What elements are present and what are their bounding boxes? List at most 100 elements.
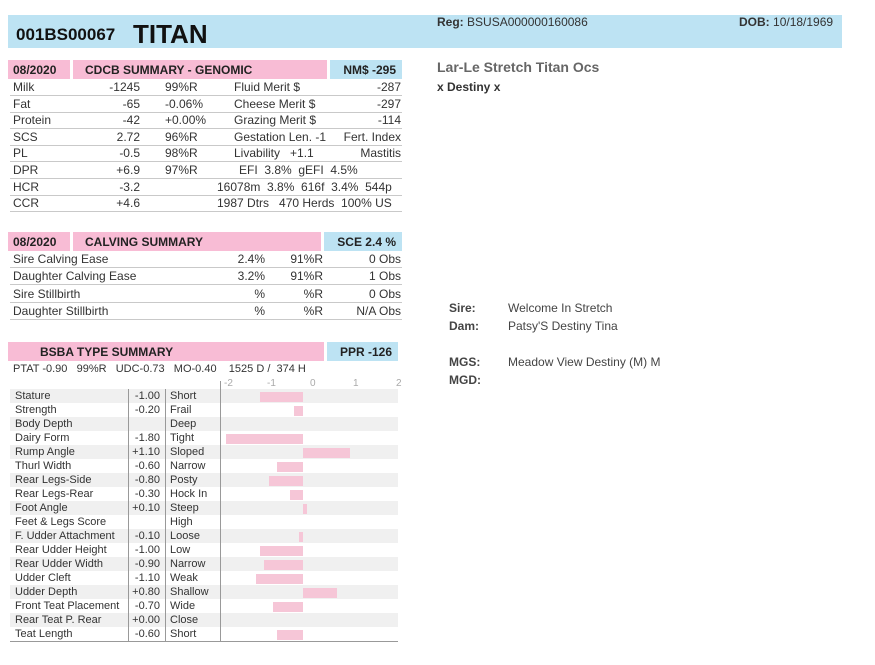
type-trait-value: -0.10 [134, 530, 160, 542]
type-descriptor-separator [165, 389, 166, 641]
type-trait-row: F. Udder Attachment -0.10 Loose [10, 529, 398, 543]
type-trait-row: Stature -1.00 Short [10, 389, 398, 403]
type-trait-value: -0.30 [134, 488, 160, 500]
genomic-row: PL -0.5 98%R Livability +1.1 Mastitis [10, 145, 402, 163]
type-trait-descriptor: Narrow [170, 558, 206, 570]
type-trait-bar [255, 574, 303, 584]
type-trait-descriptor: Wide [170, 600, 196, 612]
genomic-title: CDCB SUMMARY - GENOMIC [85, 63, 253, 77]
sire-label: Sire: [449, 301, 476, 315]
genomic-value: +4.6 [116, 196, 140, 211]
ptat-line: PTAT -0.90 99%R UDC-0.73 MO-0.40 1525 D … [13, 363, 306, 375]
type-trait-row: Thurl Width -0.60 Narrow [10, 459, 398, 473]
type-trait-value: +0.00 [132, 614, 160, 626]
genomic-merit-value: Fert. Index [343, 129, 401, 144]
type-trait-bar [272, 602, 303, 612]
type-trait-value: -0.60 [134, 628, 160, 640]
genomic-row: CCR +4.6 1987 Dtrs 470 Herds 100% US [10, 195, 402, 213]
type-trait-value: -0.80 [134, 474, 160, 486]
registration-id: 001BS00067 [16, 25, 116, 44]
genomic-trait: HCR [13, 179, 39, 194]
genomic-row: HCR -3.2 16078m 3.8% 616f 3.4% 544p [10, 179, 402, 196]
type-trait-value: +1.10 [132, 446, 160, 458]
type-trait-descriptor: Short [170, 628, 197, 640]
type-trait-descriptor: Weak [170, 572, 198, 584]
type-trait-row: Teat Length -0.60 Short [10, 627, 398, 641]
genomic-value: 2.72 [116, 129, 140, 144]
mgd-label: MGD: [449, 373, 481, 387]
type-trait-bar [303, 504, 308, 514]
dam-name: Patsy'S Destiny Tina [508, 319, 618, 333]
type-trait-row: Udder Cleft -1.10 Weak [10, 571, 398, 585]
type-axis-line [220, 381, 221, 641]
pedigree-cross: x Destiny x [437, 80, 501, 94]
genomic-header-divider [70, 60, 73, 79]
type-trait-name: Udder Cleft [15, 572, 71, 584]
genomic-merit-value: -114 [377, 113, 401, 128]
genomic-value: -42 [122, 113, 140, 128]
calving-pct: % [254, 303, 265, 318]
type-trait-value: -0.70 [134, 600, 160, 612]
type-trait-descriptor: Deep [170, 418, 197, 430]
type-bottom-line [10, 641, 398, 642]
genomic-merit-label: 1987 Dtrs 470 Herds 100% US [217, 196, 392, 211]
type-trait-descriptor: Close [170, 614, 199, 626]
type-trait-value: +0.80 [132, 586, 160, 598]
genomic-value: +6.9 [116, 163, 140, 177]
calving-obs: 1 Obs [368, 269, 401, 284]
type-trait-row: Foot Angle +0.10 Steep [10, 501, 398, 515]
type-trait-bar [225, 434, 303, 444]
calving-obs: N/A Obs [356, 303, 401, 318]
type-trait-bar [268, 476, 303, 486]
genomic-merit-value: -297 [376, 96, 401, 111]
type-trait-descriptor: Tight [170, 432, 195, 444]
mgs-name: Meadow View Destiny (M) M [508, 355, 661, 369]
type-trait-name: Stature [15, 390, 51, 402]
genomic-trait: DPR [13, 163, 39, 177]
type-trait-row: Rear Udder Height -1.00 Low [10, 543, 398, 557]
sce-value: SCE 2.4 % [337, 235, 396, 249]
type-trait-row: Rear Udder Width -0.90 Narrow [10, 557, 398, 571]
type-trait-value: -1.10 [134, 572, 160, 584]
type-trait-name: Dairy Form [15, 432, 70, 444]
calving-reliability: 91%R [290, 252, 323, 266]
axis-tick-label: 2 [396, 378, 402, 389]
type-trait-bar [277, 462, 303, 472]
genomic-summary-header: 08/2020 CDCB SUMMARY - GENOMIC NM$ -295 [8, 60, 402, 79]
type-trait-name: Foot Angle [15, 502, 68, 514]
calving-pct: % [254, 286, 265, 301]
genomic-reliability: 96%R [165, 129, 198, 144]
type-trait-value: -1.00 [134, 544, 160, 556]
axis-tick-label: 1 [353, 378, 359, 389]
genomic-row: SCS 2.72 96%R Gestation Len. -1 Fert. Index [10, 129, 402, 146]
genomic-merit-value: -287 [376, 80, 401, 94]
genomic-reliability: +0.00% [165, 113, 207, 128]
genomic-row: Milk -1245 99%R Fluid Merit $ -287 [10, 79, 402, 96]
type-trait-bar [264, 560, 303, 570]
type-trait-row: Udder Depth +0.80 Shallow [10, 585, 398, 599]
genomic-merit-label: Cheese Merit $ [234, 96, 316, 111]
type-trait-bar [294, 406, 303, 416]
type-trait-row: Dairy Form -1.80 Tight [10, 431, 398, 445]
genomic-merit-label: EFI 3.8% gEFI 4.5% [239, 163, 358, 177]
genomic-merit-label: Livability +1.1 [234, 146, 314, 161]
type-trait-value: -0.60 [134, 460, 160, 472]
type-trait-descriptor: Posty [170, 474, 198, 486]
calving-obs: 0 Obs [368, 286, 401, 301]
dob-line: DOB: 10/18/1969 [739, 15, 833, 29]
genomic-row: Fat -65 -0.06% Cheese Merit $ -297 [10, 96, 402, 113]
calving-trait: Sire Calving Ease [13, 252, 109, 266]
type-title: BSBA TYPE SUMMARY [40, 345, 174, 359]
genomic-row: Protein -42 +0.00% Grazing Merit $ -114 [10, 112, 402, 130]
type-trait-row: Body Depth Deep [10, 417, 398, 431]
calving-obs: 0 Obs [368, 252, 401, 266]
reg-value: BSUSA000000160086 [467, 15, 588, 29]
type-trait-name: Strength [15, 404, 57, 416]
calving-trait: Daughter Calving Ease [13, 269, 137, 284]
genomic-reliability: -0.06% [165, 96, 204, 111]
type-trait-bar [260, 546, 303, 556]
type-trait-name: Rear Udder Width [15, 558, 104, 570]
axis-tick-label: -2 [224, 378, 233, 389]
calving-header-divider [70, 232, 73, 251]
type-trait-descriptor: Frail [170, 404, 192, 416]
